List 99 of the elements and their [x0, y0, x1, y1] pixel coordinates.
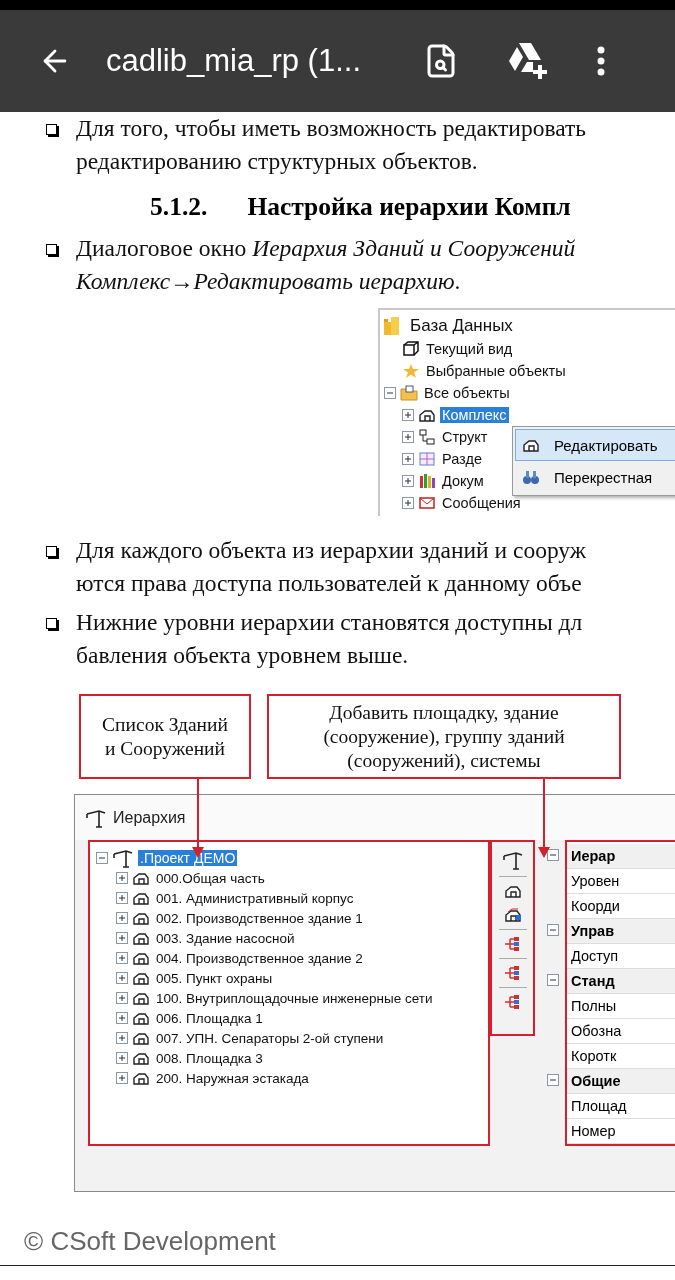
bullet-icon [46, 546, 57, 557]
crane-icon [85, 807, 107, 828]
folder-icon [400, 385, 418, 401]
building-icon [132, 910, 150, 926]
building-icon [132, 1030, 150, 1046]
hierarchy-icon [503, 936, 522, 952]
tree-item[interactable]: 001. Административный корпус [154, 890, 356, 906]
property-category: Станд [567, 969, 675, 994]
books-icon [418, 473, 436, 489]
expand-toggle[interactable] [402, 475, 414, 487]
tree-item[interactable]: Сообщения [440, 495, 523, 511]
tree-item[interactable]: 007. УПН. Сепараторы 2-ой ступени [154, 1030, 386, 1046]
tree-item[interactable]: 003. Здание насосной [154, 930, 297, 946]
tree-item[interactable]: Комплекс [440, 407, 509, 423]
bullet-icon [46, 244, 57, 255]
expand-toggle[interactable] [116, 972, 128, 984]
text-line: редактированию структурных объектов. [76, 147, 479, 176]
bullet-icon [46, 618, 57, 629]
text-line: ются права доступа пользователей к данному объе [76, 569, 583, 598]
building-icon [132, 930, 150, 946]
expand-toggle[interactable] [116, 1012, 128, 1024]
building-icon [522, 437, 540, 453]
text-line: Диалоговое окно Иерархия Зданий и Сооружений [76, 234, 577, 263]
drive-add-icon [507, 41, 549, 81]
binoculars-icon [522, 469, 540, 485]
expand-toggle[interactable] [116, 1072, 128, 1084]
tree-item[interactable]: Выбранные объекты [424, 363, 568, 379]
tree-item[interactable]: Структ [440, 429, 490, 445]
building-icon [132, 870, 150, 886]
envelope-icon [418, 495, 436, 511]
hierarchy-icon [503, 994, 522, 1010]
tree-item[interactable]: 200. Наружная эстакада [154, 1070, 311, 1086]
tree-item[interactable]: База Данных [408, 316, 515, 336]
crane-icon [501, 850, 524, 870]
callout: Добавить площадку, здание (сооружение), группу зданий (сооружений), системы [267, 694, 621, 779]
expand-toggle[interactable] [116, 952, 128, 964]
tree-item[interactable]: 000.Общая часть [154, 870, 267, 886]
expand-toggle[interactable] [384, 387, 396, 399]
building-icon [132, 890, 150, 906]
property-category: Управ [567, 919, 675, 944]
building-icon [132, 1010, 150, 1026]
text-line: Нижние уровни иерархии становятся доступны дл [76, 608, 584, 637]
text-line: Для каждого объекта из иерархии зданий и сооруж [76, 536, 588, 565]
tree-item[interactable]: Разде [440, 451, 484, 467]
tree-item[interactable]: Докум [440, 473, 486, 489]
section-number: 5.1.2. [150, 192, 208, 222]
hierarchy-icon [503, 965, 522, 981]
expand-toggle[interactable] [116, 932, 128, 944]
section-heading: Настройка иерархии Компл [247, 192, 571, 222]
bullet-icon [46, 124, 57, 135]
tree-item[interactable]: 005. Пункт охраны [154, 970, 275, 986]
expand-toggle[interactable] [547, 1073, 559, 1086]
building-icon [418, 407, 436, 423]
tree-item[interactable]: 100. Внутриплощадочные инженерные сети [154, 990, 435, 1006]
expand-toggle[interactable] [547, 848, 559, 861]
expand-toggle[interactable] [116, 1032, 128, 1044]
crane-icon [112, 848, 134, 868]
expand-toggle[interactable] [116, 912, 128, 924]
tree-item[interactable]: 008. Площадка 3 [154, 1050, 265, 1066]
text-line: бавления объекта уровнем выше. [76, 641, 410, 670]
text-line: Для того, чтобы иметь возможность редактировать [76, 114, 587, 143]
expand-toggle[interactable] [547, 973, 559, 986]
buildings-icon [503, 907, 522, 923]
building-icon [132, 1070, 150, 1086]
expand-toggle[interactable] [116, 1052, 128, 1064]
star-icon [402, 363, 420, 379]
building-icon [132, 990, 150, 1006]
expand-toggle[interactable] [402, 497, 414, 509]
expand-toggle[interactable] [402, 409, 414, 421]
tree-item[interactable]: Все объекты [422, 385, 512, 401]
window-title: Иерархия [113, 808, 186, 827]
building-icon [503, 883, 522, 899]
expand-toggle[interactable] [547, 923, 559, 936]
tree-item[interactable]: 006. Площадка 1 [154, 1010, 265, 1026]
expand-toggle[interactable] [116, 892, 128, 904]
document-title: cadlib_mia_rp (1... [106, 43, 361, 79]
expand-toggle[interactable] [402, 431, 414, 443]
structure-icon [418, 429, 436, 445]
tree-item[interactable]: Текущий вид [424, 341, 515, 357]
more-icon [597, 46, 605, 76]
expand-toggle[interactable] [116, 992, 128, 1004]
expand-toggle[interactable] [116, 872, 128, 884]
tree-item[interactable]: 002. Производственное здание 1 [154, 910, 365, 926]
grid-icon [418, 451, 436, 467]
footer-text: © CSoft Development [24, 1226, 276, 1256]
callout: Список Зданий и Сооружений [79, 694, 251, 779]
text-line: Комплекс→Редактировать иерархию. [76, 267, 462, 296]
building-icon [132, 950, 150, 966]
property-category: Иерар [567, 844, 675, 869]
expand-toggle[interactable] [96, 852, 108, 864]
building-icon [132, 970, 150, 986]
tree-item[interactable]: .Проект ДЕМО [138, 850, 238, 866]
building-icon [132, 1050, 150, 1066]
expand-toggle[interactable] [402, 453, 414, 465]
property-category: Общие [567, 1069, 675, 1094]
menu-item[interactable]: Редактировать [515, 429, 675, 461]
cube-icon [402, 341, 420, 357]
tree-item[interactable]: 004. Производственное здание 2 [154, 950, 365, 966]
menu-item[interactable]: Перекрестная [515, 461, 675, 493]
